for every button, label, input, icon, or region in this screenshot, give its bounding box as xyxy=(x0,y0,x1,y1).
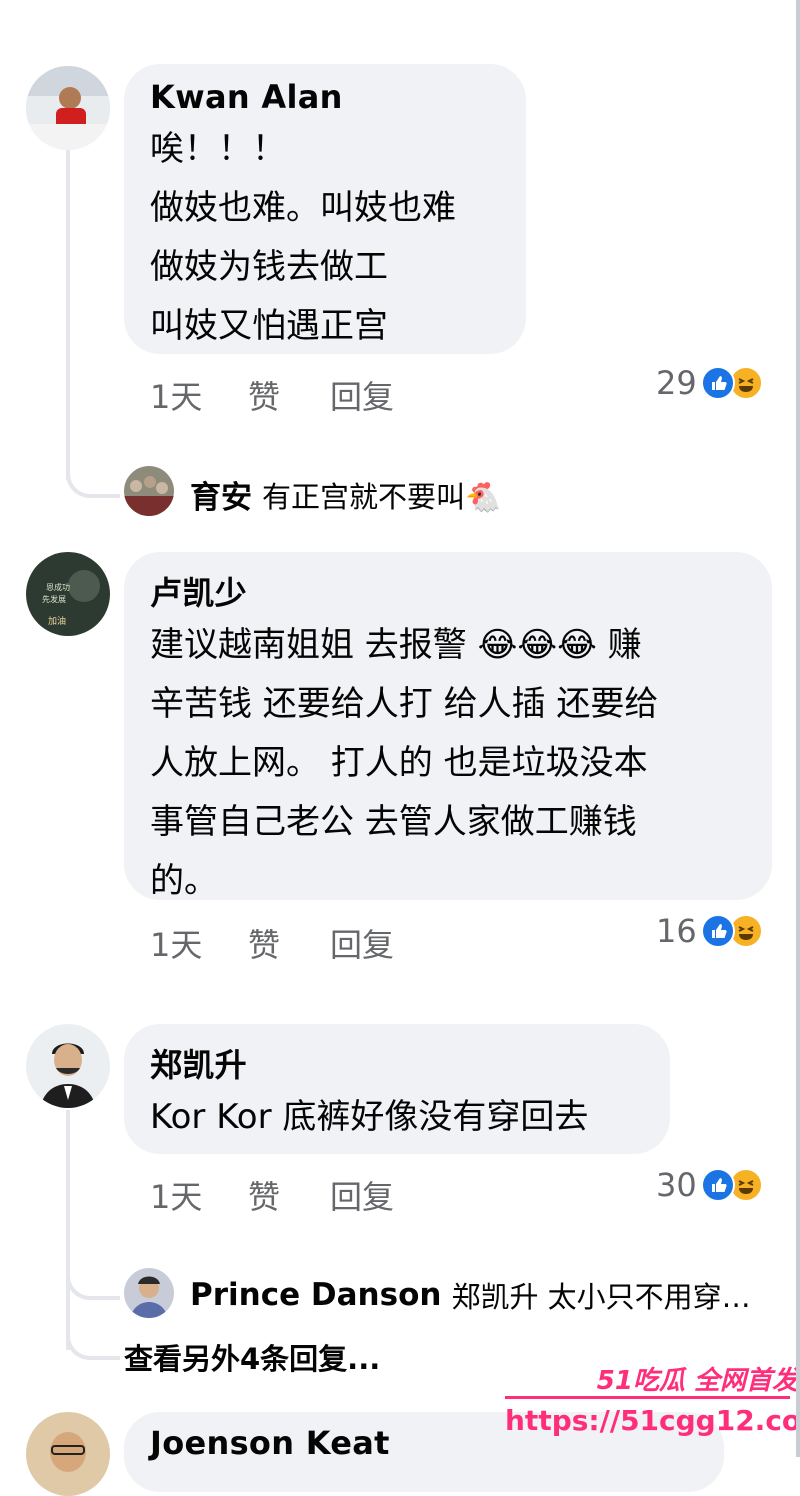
thumbs-up-icon xyxy=(700,366,735,400)
avatar[interactable] xyxy=(26,1412,110,1496)
reply-author[interactable]: Prince Danson xyxy=(190,1277,441,1313)
reply-button[interactable]: 回复 xyxy=(330,372,394,418)
watermark-brand: 51吃瓜 全网首发 xyxy=(596,1366,798,1396)
svg-text:先发展: 先发展 xyxy=(42,594,66,604)
svg-text:恩成功: 恩成功 xyxy=(46,582,70,592)
comment-text: Kor Kor 底裤好像没有穿回去 xyxy=(150,1097,589,1137)
comment-text: 唉！！！ 做妓也难。叫妓也难 做妓为钱去做工 叫妓又怕遇正宫 xyxy=(150,129,456,346)
reaction-summary[interactable]: 30 xyxy=(656,1166,763,1204)
comment-author[interactable]: 卢凯少 xyxy=(150,568,772,614)
reply-item: Prince Danson 郑凯升 太小只不用穿… xyxy=(190,1274,751,1316)
reaction-count: 29 xyxy=(656,364,697,402)
avatar[interactable] xyxy=(124,466,174,516)
thread-line xyxy=(66,1110,70,1350)
thumbs-up-icon xyxy=(700,914,735,948)
comment-author[interactable]: Kwan Alan xyxy=(150,78,526,116)
like-button[interactable]: 赞 xyxy=(248,1172,280,1218)
comment-bubble: 卢凯少 建议越南姐姐 去报警 😂😂😂 赚 辛苦钱 还要给人打 给人插 还要给 人… xyxy=(124,552,772,901)
comment-text: 建议越南姐姐 去报警 😂😂😂 赚 辛苦钱 还要给人打 给人插 还要给 人放上网。… xyxy=(150,625,659,901)
thumbs-up-icon xyxy=(700,1168,735,1202)
thread-curve xyxy=(66,1322,120,1360)
like-button[interactable]: 赞 xyxy=(248,920,280,966)
reply-text: 郑凯升 太小只不用穿… xyxy=(451,1280,751,1314)
reaction-summary[interactable]: 29 xyxy=(656,364,763,402)
view-more-replies-link[interactable]: 查看另外4条回复... xyxy=(124,1336,380,1378)
avatar[interactable] xyxy=(124,1268,174,1318)
watermark-url: https://51cgg12.com xyxy=(505,1404,800,1437)
comment-time[interactable]: 1天 xyxy=(150,372,202,418)
comment-author[interactable]: 郑凯升 xyxy=(150,1040,670,1086)
reply-item: 育安 有正宫就不要叫🐔 xyxy=(190,472,501,517)
comment-time[interactable]: 1天 xyxy=(150,1172,202,1218)
reply-button[interactable]: 回复 xyxy=(330,920,394,966)
thread-curve xyxy=(66,1262,120,1300)
comment-time[interactable]: 1天 xyxy=(150,920,202,966)
svg-text:加油: 加油 xyxy=(48,615,66,627)
comment-bubble: Kwan Alan 唉！！！ 做妓也难。叫妓也难 做妓为钱去做工 叫妓又怕遇正宫 xyxy=(124,64,526,354)
like-button[interactable]: 赞 xyxy=(248,372,280,418)
thread-curve xyxy=(66,460,120,498)
reaction-summary[interactable]: 16 xyxy=(656,912,763,950)
reaction-count: 16 xyxy=(656,912,697,950)
reaction-count: 30 xyxy=(656,1166,697,1204)
reply-button[interactable]: 回复 xyxy=(330,1172,394,1218)
reply-text: 有正宫就不要叫🐔 xyxy=(262,479,502,514)
reply-author[interactable]: 育安 xyxy=(190,472,252,517)
scrollbar[interactable] xyxy=(796,0,800,1457)
avatar[interactable] xyxy=(26,66,110,150)
comment-bubble: 郑凯升 Kor Kor 底裤好像没有穿回去 xyxy=(124,1024,670,1154)
avatar[interactable]: 恩成功 先发展 加油 xyxy=(26,552,110,636)
avatar[interactable] xyxy=(26,1024,110,1108)
watermark-divider xyxy=(505,1396,790,1399)
thread-line xyxy=(66,150,70,480)
